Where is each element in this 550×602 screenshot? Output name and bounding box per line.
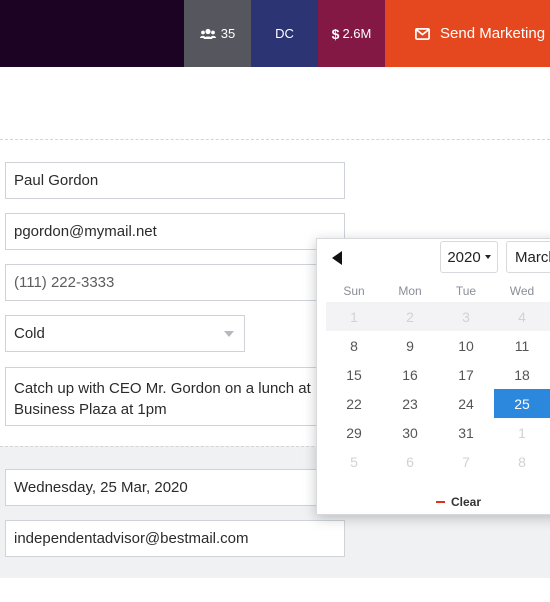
calendar-day[interactable]: 9 — [382, 331, 438, 360]
notes-line-1: Catch up with CEO Mr. Gordon on a lunch … — [14, 380, 311, 397]
calendar-day[interactable]: 24 — [438, 389, 494, 418]
weekday-label: Wed — [509, 284, 535, 298]
envelope-icon — [415, 27, 430, 40]
calendar-day: 3 — [462, 308, 470, 325]
weekday-label: Mon — [398, 284, 422, 298]
calendar-day[interactable]: 16 — [382, 360, 438, 389]
caret-down-icon — [484, 255, 491, 259]
calendar-day[interactable]: 11 — [494, 331, 550, 360]
previous-month-button[interactable] — [329, 250, 345, 266]
calendar-day[interactable]: 31 — [438, 418, 494, 447]
notes-line-2: Business Plaza at 1pm — [14, 401, 167, 418]
dollar-icon: $ — [331, 25, 340, 42]
users-count-button[interactable]: 35 — [184, 0, 251, 67]
weekday-label: Sun — [343, 284, 365, 298]
calendar-day[interactable]: 8 — [494, 447, 550, 476]
region-label: DC — [275, 26, 294, 41]
calendar-week: 22 23 24 25 — [326, 389, 550, 418]
calendar-week: 15 16 17 18 — [326, 360, 550, 389]
calendar-day[interactable]: 23 — [382, 389, 438, 418]
calendar-day[interactable]: 8 — [326, 331, 382, 360]
calendar-day[interactable]: 22 — [326, 389, 382, 418]
month-value: March — [515, 248, 550, 266]
date-picker-popup: 2020 March Sun Mon Tue Wed 1 2 3 4 8 9 1… — [316, 238, 550, 515]
calendar-day[interactable]: 30 — [382, 418, 438, 447]
calendar-day[interactable]: 29 — [326, 418, 382, 447]
month-select[interactable]: March — [506, 241, 550, 273]
advisor-email-field[interactable]: independentadvisor@bestmail.com — [5, 520, 345, 557]
users-icon — [199, 28, 216, 40]
clear-button[interactable]: Clear — [436, 495, 481, 509]
date-value: Wednesday, 25 Mar, 2020 — [14, 479, 188, 496]
calendar-week: 5 6 7 8 — [326, 447, 550, 476]
year-value: 2020 — [447, 248, 481, 266]
calendar-day-selected[interactable]: 25 — [494, 389, 550, 418]
revenue-button[interactable]: $ 2.6M — [318, 0, 385, 67]
calendar-day[interactable]: 6 — [382, 447, 438, 476]
phone-value: (111) 222-3333 — [14, 274, 115, 291]
triangle-left-icon — [332, 251, 342, 265]
email-value: pgordon@mymail.net — [14, 223, 157, 240]
calendar-week: 29 30 31 1 — [326, 418, 550, 447]
calendar-day[interactable]: 15 — [326, 360, 382, 389]
calendar-day[interactable]: 7 — [438, 447, 494, 476]
revenue-value: 2.6M — [342, 26, 372, 41]
name-field[interactable]: Paul Gordon — [5, 162, 345, 199]
phone-field[interactable]: (111) 222-3333 — [5, 264, 345, 301]
status-value: Cold — [14, 325, 45, 342]
calendar-day[interactable]: 1 — [494, 418, 550, 447]
send-marketing-label: Send Marketing Le — [440, 25, 550, 42]
name-value: Paul Gordon — [14, 172, 99, 189]
calendar-day[interactable]: 5 — [326, 447, 382, 476]
calendar-week: 1 2 3 4 — [326, 302, 550, 331]
calendar-day[interactable]: 18 — [494, 360, 550, 389]
clear-label: Clear — [451, 495, 482, 509]
page: 35 DC $ 2.6M Send Marketing Le Paul Gord… — [0, 0, 550, 602]
minus-icon — [436, 501, 445, 503]
calendar-day[interactable]: 17 — [438, 360, 494, 389]
status-select[interactable]: Cold — [5, 315, 245, 352]
calendar-day[interactable]: 10 — [438, 331, 494, 360]
send-marketing-button[interactable]: Send Marketing Le — [385, 0, 550, 67]
calendar-grid: 1 2 3 4 8 9 10 11 15 16 17 18 22 23 24 2… — [326, 302, 550, 476]
weekday-header: Sun Mon Tue Wed — [326, 284, 550, 298]
notes-textarea[interactable]: Catch up with CEO Mr. Gordon on a lunch … — [5, 367, 345, 426]
email-field[interactable]: pgordon@mymail.net — [5, 213, 345, 250]
weekday-label: Tue — [455, 284, 477, 298]
chevron-down-icon — [224, 330, 234, 337]
advisor-email-value: independentadvisor@bestmail.com — [14, 530, 249, 547]
top-bar: 35 DC $ 2.6M Send Marketing Le — [0, 0, 550, 67]
date-field[interactable]: Wednesday, 25 Mar, 2020 — [5, 469, 345, 506]
calendar-day: 2 — [406, 308, 414, 325]
calendar-week: 8 9 10 11 — [326, 331, 550, 360]
section-divider-top — [0, 139, 550, 140]
notes-text: Catch up with CEO Mr. Gordon on a lunch … — [14, 378, 311, 420]
users-count: 35 — [220, 26, 236, 41]
calendar-day: 4 — [518, 308, 526, 325]
calendar-day: 1 — [350, 308, 358, 325]
year-select[interactable]: 2020 — [440, 241, 498, 273]
region-button[interactable]: DC — [251, 0, 318, 67]
